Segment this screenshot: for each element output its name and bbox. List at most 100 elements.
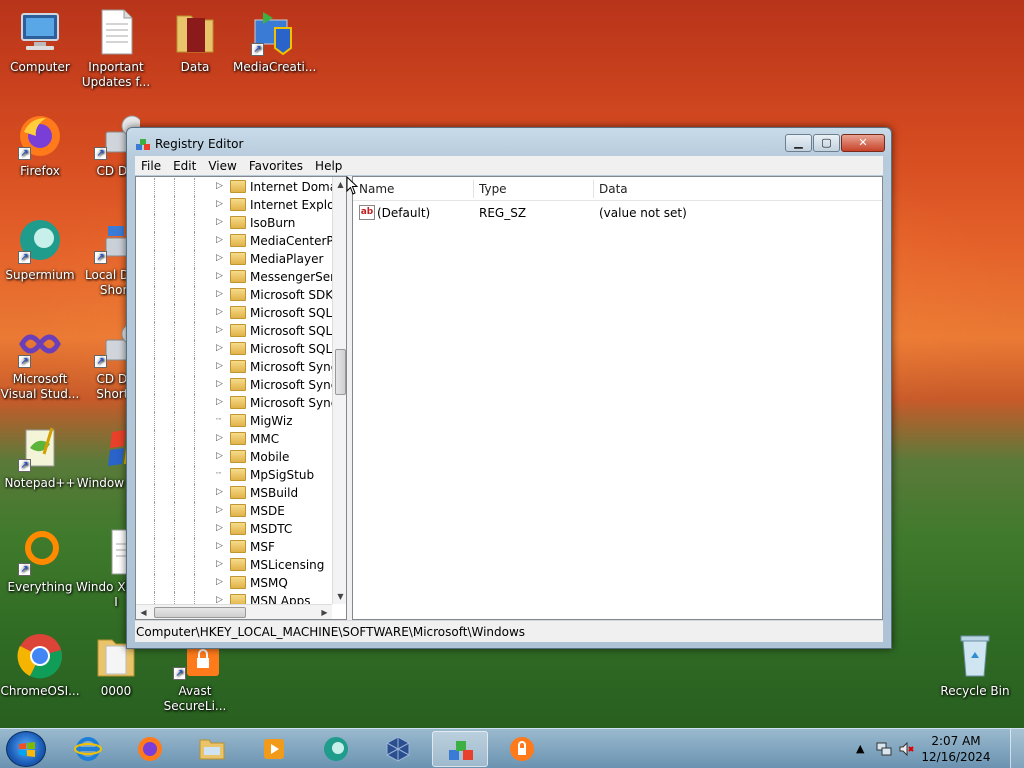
tree-item[interactable]: ▷ MediaCenterPe <box>136 232 341 250</box>
tree-item[interactable]: ▷ Microsoft Sync <box>136 358 337 376</box>
menu-edit[interactable]: Edit <box>167 159 202 173</box>
desktop-icon-supermium[interactable]: ↗ Supermium <box>0 216 80 283</box>
expand-arrow-icon[interactable]: ▷ <box>216 560 223 569</box>
tree-item[interactable]: ▷ MediaPlayer <box>136 250 336 268</box>
tree-item[interactable]: ▷ MSF <box>136 538 336 556</box>
taskbar-supermium[interactable] <box>308 731 364 767</box>
tree-item[interactable]: ▷ Mobile <box>136 448 336 466</box>
tree-item[interactable]: ▷ MessengerServ <box>136 268 342 286</box>
values-list[interactable]: Name Type Data ab (Default) REG_SZ (valu… <box>352 176 883 620</box>
scroll-left-arrow-icon[interactable]: ◀ <box>136 605 151 619</box>
taskbar-media-player[interactable] <box>246 731 302 767</box>
expand-arrow-icon[interactable]: ▷ <box>216 488 223 497</box>
tree-item[interactable]: ▷ Microsoft Sync <box>136 394 337 412</box>
folder-icon <box>230 396 246 409</box>
close-button[interactable]: ✕ <box>841 134 885 152</box>
show-desktop-button[interactable] <box>1010 729 1024 768</box>
desktop-icon-everything[interactable]: ↗ Everything <box>0 528 80 595</box>
expand-arrow-icon[interactable]: ▷ <box>216 290 223 299</box>
maximize-button[interactable]: ▢ <box>813 134 840 152</box>
tree-item-label: MSBuild <box>250 486 299 500</box>
tree-item[interactable]: ▷ IsoBurn <box>136 214 336 232</box>
expand-arrow-icon[interactable]: ▷ <box>216 434 223 443</box>
minimize-button[interactable]: ▁ <box>785 134 812 152</box>
column-separator[interactable] <box>593 180 594 198</box>
menu-favorites[interactable]: Favorites <box>243 159 309 173</box>
expand-arrow-icon[interactable]: ▷ <box>216 182 223 191</box>
menu-view[interactable]: View <box>202 159 242 173</box>
expand-arrow-icon[interactable]: ▷ <box>216 254 223 263</box>
column-type[interactable]: Type <box>479 182 507 196</box>
expand-arrow-icon[interactable]: ▷ <box>216 398 223 407</box>
tree-item[interactable]: ▷ MSBuild <box>136 484 336 502</box>
registry-tree[interactable]: ▷ Internet Domai ▷ Internet Explore ▷ IsoBurn… <box>135 176 347 620</box>
taskbar-explorer[interactable] <box>184 731 240 767</box>
expand-arrow-icon[interactable]: ▷ <box>216 452 223 461</box>
tree-item[interactable]: ┈ MigWiz <box>136 412 336 430</box>
value-row-default[interactable]: ab (Default) REG_SZ (value not set) <box>353 203 882 223</box>
expand-arrow-icon[interactable]: ▷ <box>216 326 223 335</box>
registry-editor-window[interactable]: Registry Editor ▁ ▢ ✕ File Edit View Fav… <box>126 127 892 649</box>
start-button[interactable] <box>6 731 46 767</box>
desktop-icon-mediacreation[interactable]: ↗ MediaCreati... <box>233 8 316 75</box>
tree-item-label: MigWiz <box>250 414 293 428</box>
clock-time[interactable]: 2:07 AM <box>916 734 996 748</box>
expand-arrow-icon[interactable]: ▷ <box>216 200 223 209</box>
tree-horizontal-scroll-thumb[interactable] <box>154 607 246 618</box>
column-data[interactable]: Data <box>599 182 628 196</box>
desktop-icon-recycle-bin[interactable]: Recycle Bin <box>935 632 1015 699</box>
taskbar-internet-explorer[interactable] <box>60 731 116 767</box>
tree-item[interactable]: ▷ MMC <box>136 430 336 448</box>
desktop-icon-visual-studio[interactable]: ↗ Microsoft Visual Stud... <box>0 320 80 402</box>
desktop-icon-chromeos[interactable]: ChromeOSI... <box>0 632 80 699</box>
tree-item[interactable]: ▷ Microsoft SQL <box>136 340 336 358</box>
desktop-icon-data[interactable]: Data <box>155 8 235 75</box>
expand-arrow-icon[interactable]: ▷ <box>216 236 223 245</box>
desktop-icon-notepadpp[interactable]: ↗ Notepad++ <box>0 424 80 491</box>
tree-guide-line <box>194 466 195 484</box>
network-icon[interactable] <box>876 741 892 757</box>
tree-vertical-scrollbar[interactable]: ▲ ▼ <box>332 177 346 604</box>
expand-arrow-icon[interactable]: ▷ <box>216 218 223 227</box>
expand-arrow-icon[interactable]: ▷ <box>216 506 223 515</box>
tree-item[interactable]: ▷ Microsoft Sync <box>136 376 337 394</box>
expand-arrow-icon[interactable]: ▷ <box>216 524 223 533</box>
tree-horizontal-scrollbar[interactable]: ◀ ▶ <box>136 604 332 619</box>
column-separator[interactable] <box>473 180 474 198</box>
taskbar-avast-secureline[interactable] <box>494 731 550 767</box>
tree-vertical-scroll-thumb[interactable] <box>335 349 346 395</box>
tree-item[interactable]: ▷ MSLicensing <box>136 556 336 574</box>
menu-file[interactable]: File <box>135 159 167 173</box>
expand-arrow-icon[interactable]: ▷ <box>216 308 223 317</box>
tree-item[interactable]: ▷ Internet Explore <box>136 196 346 214</box>
taskbar-registry-editor[interactable] <box>432 731 488 767</box>
tree-item[interactable]: ▷ Microsoft SDKs <box>136 286 339 304</box>
title-bar[interactable]: Registry Editor ▁ ▢ ✕ <box>127 128 891 158</box>
desktop-icon-important-updates[interactable]: Inportant Updates f... <box>76 8 156 90</box>
tree-item[interactable]: ┈ MpSigStub <box>136 466 336 484</box>
scroll-down-arrow-icon[interactable]: ▼ <box>333 589 346 604</box>
tree-item[interactable]: ▷ Internet Domai <box>136 178 340 196</box>
column-name[interactable]: Name <box>359 182 394 196</box>
desktop-icon-firefox[interactable]: ↗ Firefox <box>0 112 80 179</box>
expand-arrow-icon[interactable]: ▷ <box>216 542 223 551</box>
scroll-right-arrow-icon[interactable]: ▶ <box>317 605 332 619</box>
tree-item[interactable]: ▷ MSDE <box>136 502 336 520</box>
expand-arrow-icon[interactable]: ▷ <box>216 578 223 587</box>
taskbar-virtualbox[interactable] <box>370 731 426 767</box>
tree-item[interactable]: ▷ MSMQ <box>136 574 336 592</box>
taskbar-firefox[interactable] <box>122 731 178 767</box>
expand-arrow-icon[interactable]: ▷ <box>216 380 223 389</box>
tree-item[interactable]: ▷ Microsoft SQL <box>136 304 336 322</box>
tree-item[interactable]: ▷ MSDTC <box>136 520 336 538</box>
desktop-icon-computer[interactable]: Computer <box>0 8 80 75</box>
show-hidden-icons-chevron-icon[interactable]: ▲ <box>856 742 864 755</box>
menu-help[interactable]: Help <box>309 159 348 173</box>
scroll-up-arrow-icon[interactable]: ▲ <box>333 177 346 192</box>
volume-muted-icon[interactable] <box>898 741 914 757</box>
expand-arrow-icon[interactable]: ▷ <box>216 362 223 371</box>
tree-item[interactable]: ▷ Microsoft SQL <box>136 322 336 340</box>
expand-arrow-icon[interactable]: ▷ <box>216 272 223 281</box>
expand-arrow-icon[interactable]: ▷ <box>216 344 223 353</box>
clock-date[interactable]: 12/16/2024 <box>916 750 996 764</box>
